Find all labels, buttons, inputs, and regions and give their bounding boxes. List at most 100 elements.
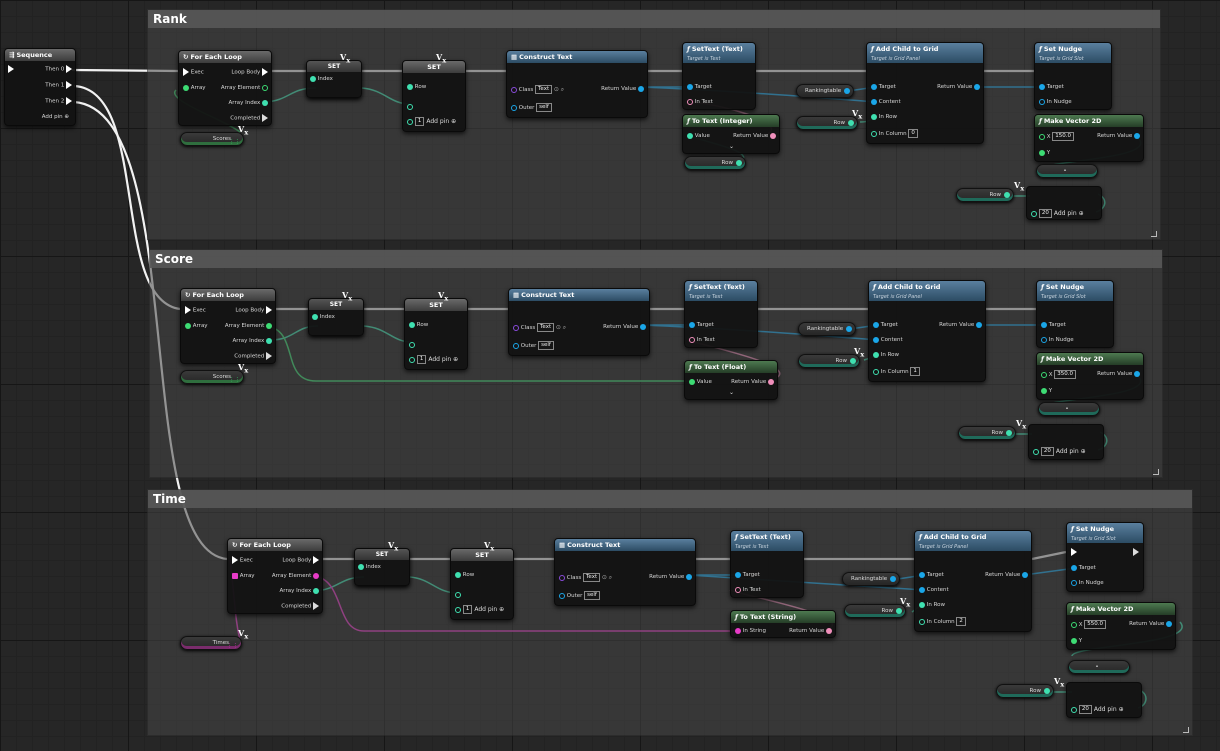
rankingtable-variable[interactable]: Rankingtable: [796, 84, 854, 98]
for-each-loop-node[interactable]: ↻ For Each Loop Exec Array Loop Body Arra…: [178, 50, 272, 126]
add-pin-button[interactable]: 1 Add pin ⊕: [409, 355, 458, 364]
row-variable[interactable]: Row: [798, 354, 860, 368]
function-icon: ƒ: [1039, 117, 1042, 125]
row-variable[interactable]: Row: [958, 426, 1016, 440]
make-vector-2d-node[interactable]: ƒ Make Vector 2D X 350.0 Y Return Value: [1036, 352, 1144, 400]
function-icon: ƒ: [687, 117, 690, 125]
comment-box-score[interactable]: Score: [149, 249, 1163, 478]
construct-text-node[interactable]: ▦ Construct Text Class Text ⊙ ⌕ Outer sel…: [508, 288, 650, 356]
rankingtable-variable[interactable]: Rankingtable: [842, 572, 900, 586]
add-pin-button[interactable]: 1 Add pin ⊕: [407, 117, 456, 126]
construct-text-node[interactable]: ▦ Construct Text Class Text ⊙ ⌕ Outer sel…: [554, 538, 696, 606]
make-vector-2d-node[interactable]: ƒ Make Vector 2D X 550.0 Y Return Value: [1066, 602, 1176, 650]
search-icon[interactable]: ⊙ ⌕: [554, 86, 564, 94]
variable-get-icon: Vx: [1054, 676, 1065, 689]
to-text-string-node[interactable]: ƒ To Text (String) In String Return Value: [730, 610, 836, 638]
row-variable[interactable]: Row: [796, 116, 858, 130]
set-index-node[interactable]: SET Index: [306, 60, 362, 98]
scores-variable[interactable]: Scores ⋮⋮: [180, 132, 244, 146]
for-each-loop-node[interactable]: ↻ For Each Loop Exec Array Loop Body Arra…: [227, 538, 323, 614]
set-row-node[interactable]: SET Row 1 Add pin ⊕: [404, 298, 468, 370]
variable-get-icon: Vx: [852, 108, 863, 121]
set-index-node[interactable]: SET Index: [354, 548, 410, 586]
set-row-node[interactable]: SET Row 1 Add pin ⊕: [402, 60, 466, 132]
row-variable[interactable]: Row: [956, 188, 1014, 202]
variable-get-icon: Vx: [238, 628, 249, 641]
variable-set-icon: Vx: [340, 52, 351, 65]
multiply-add-pin-node[interactable]: 20 Add pin ⊕: [1066, 682, 1142, 718]
search-icon[interactable]: ⊙ ⌕: [602, 574, 612, 582]
array-element-pin[interactable]: Array Element: [221, 84, 268, 92]
rankingtable-variable[interactable]: Rankingtable: [798, 322, 856, 336]
loop-icon: ↻: [232, 541, 238, 549]
set-text-node[interactable]: ƒ SetText (Text) Target is Text Target In …: [682, 42, 756, 110]
multiply-node[interactable]: •: [1036, 164, 1098, 178]
to-text-float-node[interactable]: ƒ To Text (Float) Value Return Value ⌄: [684, 360, 778, 400]
row-variable[interactable]: Row: [844, 604, 906, 618]
construct-icon: ▦: [559, 541, 566, 549]
times-variable[interactable]: Times ⋮⋮: [180, 636, 242, 650]
row-variable[interactable]: Row: [996, 684, 1054, 698]
set-nudge-node[interactable]: ƒ Set Nudge Target is Grid Slot Target In …: [1036, 280, 1114, 348]
set-row-node[interactable]: SET Row 1 Add pin ⊕: [450, 548, 514, 620]
resize-grip-icon[interactable]: [1153, 469, 1159, 475]
then-1-pin[interactable]: Then 1: [45, 81, 72, 90]
function-icon: ƒ: [1039, 45, 1042, 53]
resize-grip-icon[interactable]: [1151, 231, 1157, 237]
for-each-loop-node[interactable]: ↻ For Each Loop Exec Array Loop Body Arra…: [180, 288, 276, 364]
chevron-down-icon[interactable]: ⌄: [729, 389, 734, 396]
multiply-node[interactable]: •: [1038, 402, 1100, 416]
multiply-add-pin-node[interactable]: 20 Add pin ⊕: [1028, 424, 1104, 460]
then-0-pin[interactable]: Then 0: [45, 65, 72, 74]
function-icon: ƒ: [687, 45, 690, 53]
to-text-integer-node[interactable]: ƒ To Text (Integer) Value Return Value ⌄: [682, 114, 780, 154]
variable-set-icon: Vx: [436, 52, 447, 65]
comment-title: Score: [150, 250, 1162, 268]
set-index-node[interactable]: SET Index: [308, 298, 364, 336]
add-child-to-grid-node[interactable]: ƒ Add Child to Grid Target is Grid Panel T…: [866, 42, 984, 144]
loop-body-pin[interactable]: Loop Body: [231, 68, 268, 77]
array-index-pin[interactable]: Array Index: [229, 99, 268, 107]
set-nudge-node[interactable]: ƒ Set Nudge Target is Grid Slot Target In …: [1034, 42, 1112, 110]
then-2-pin[interactable]: Then 2: [45, 97, 72, 106]
set-text-node[interactable]: ƒ SetText (Text) Target is Text Target In …: [684, 280, 758, 348]
set-text-node[interactable]: ƒ SetText (Text) Target is Text Target In …: [730, 530, 804, 598]
exec-in-pin[interactable]: [8, 65, 14, 74]
add-pin-button[interactable]: Add pin ⊕: [42, 113, 69, 121]
construct-text-node[interactable]: ▦ Construct Text Class Text ⊙ ⌕ Outer sel…: [506, 50, 648, 118]
variable-get-icon: Vx: [1014, 180, 1025, 193]
search-icon[interactable]: ⊙ ⌕: [556, 324, 566, 332]
chevron-down-icon[interactable]: ⌄: [729, 143, 734, 150]
add-pin-button[interactable]: 20 Add pin ⊕: [1031, 209, 1084, 218]
function-icon: ƒ: [1041, 355, 1044, 363]
multiply-node[interactable]: •: [1068, 660, 1130, 674]
loop-icon: ↻: [183, 53, 189, 61]
add-pin-button[interactable]: 20 Add pin ⊕: [1033, 447, 1086, 456]
variable-set-icon: Vx: [388, 540, 399, 553]
exec-pin[interactable]: Exec: [183, 68, 204, 77]
multiply-add-pin-node[interactable]: 20 Add pin ⊕: [1026, 186, 1102, 220]
function-icon: ƒ: [735, 613, 738, 621]
add-pin-button[interactable]: 20 Add pin ⊕: [1071, 705, 1124, 714]
make-vector-2d-node[interactable]: ƒ Make Vector 2D X 150.0 Y Return Value: [1034, 114, 1144, 162]
comment-title: Rank: [148, 10, 1160, 28]
variable-get-icon: Vx: [238, 124, 249, 137]
completed-pin[interactable]: Completed: [230, 114, 268, 123]
array-pin[interactable]: Array: [183, 84, 206, 92]
sequence-icon: ⇶: [9, 51, 15, 59]
comment-box-rank[interactable]: Rank: [147, 9, 1161, 240]
scores-variable[interactable]: Scores ⋮⋮: [180, 370, 244, 384]
set-nudge-node[interactable]: ƒ Set Nudge Target is Grid Slot Target In …: [1066, 522, 1144, 592]
row-variable[interactable]: Row: [684, 156, 746, 170]
function-icon: ƒ: [735, 533, 738, 541]
add-pin-button[interactable]: 1 Add pin ⊕: [455, 605, 504, 614]
add-child-to-grid-node[interactable]: ƒ Add Child to Grid Target is Grid Panel T…: [868, 280, 986, 382]
resize-grip-icon[interactable]: [1183, 727, 1189, 733]
sequence-node[interactable]: ⇶ Sequence Then 0 Then 1 Then 2 Add pin ⊕: [4, 48, 76, 126]
function-icon: ƒ: [1071, 525, 1074, 533]
add-child-to-grid-node[interactable]: ƒ Add Child to Grid Target is Grid Panel T…: [914, 530, 1032, 632]
node-title: Sequence: [16, 51, 53, 59]
function-icon: ƒ: [1041, 283, 1044, 291]
variable-set-icon: Vx: [342, 290, 353, 303]
function-icon: ƒ: [873, 283, 876, 291]
